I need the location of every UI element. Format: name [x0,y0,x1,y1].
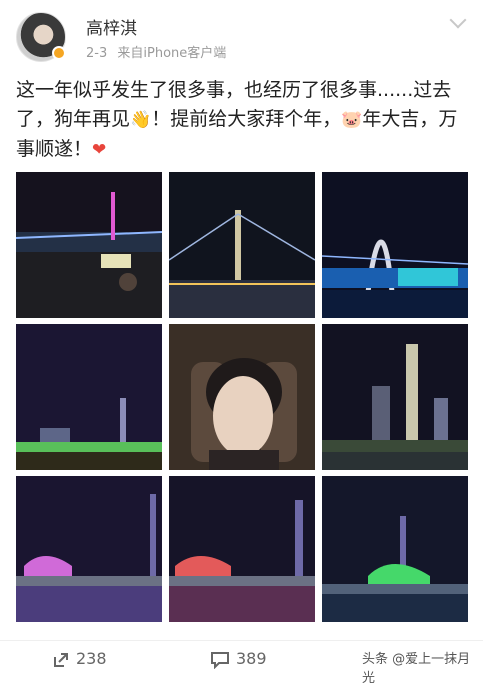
watermark: 头条 @爱上一抹月光 [362,652,471,686]
lit-bridge-arch-photo[interactable] [322,172,468,318]
skyline-green-light-photo[interactable] [322,476,468,622]
selfie-photo[interactable] [169,324,315,470]
share-count: 238 [76,649,107,668]
wave-emoji-icon: 👋 [130,110,152,130]
post-text: 这一年似乎发生了很多事，也经历了很多事......过去了，狗年再见👋！提前给大家… [16,76,468,165]
post-header: 高梓淇 2-3 来自iPhone客户端 [0,0,483,64]
skyline-purple-light-photo[interactable] [16,476,162,622]
night-bridge-photo-1[interactable] [16,172,162,318]
author-name[interactable]: 高梓淇 [86,14,137,39]
comment-count: 389 [236,649,267,668]
pig-emoji-icon: 🐷 [341,110,363,130]
post-date: 2-3 [86,46,108,61]
post-text-2: ！提前给大家拜个年， [151,108,342,130]
comment-icon [211,651,229,669]
share-icon [54,652,68,667]
post-source: 来自iPhone客户端 [117,46,227,61]
heart-emoji-icon: ❤ [92,140,107,160]
chevron-down-icon[interactable] [449,11,467,29]
share-button[interactable]: 238 [52,649,107,669]
verified-badge-icon [52,46,66,60]
skyline-red-light-photo[interactable] [169,476,315,622]
post-meta: 2-3 来自iPhone客户端 [86,42,226,61]
canton-tower-skyline-photo[interactable] [322,324,468,470]
photo-grid [16,172,468,622]
night-bridge-tower-photo[interactable] [169,172,315,318]
skyline-night-photo-1[interactable] [16,324,162,470]
comment-button[interactable]: 389 [210,649,267,669]
